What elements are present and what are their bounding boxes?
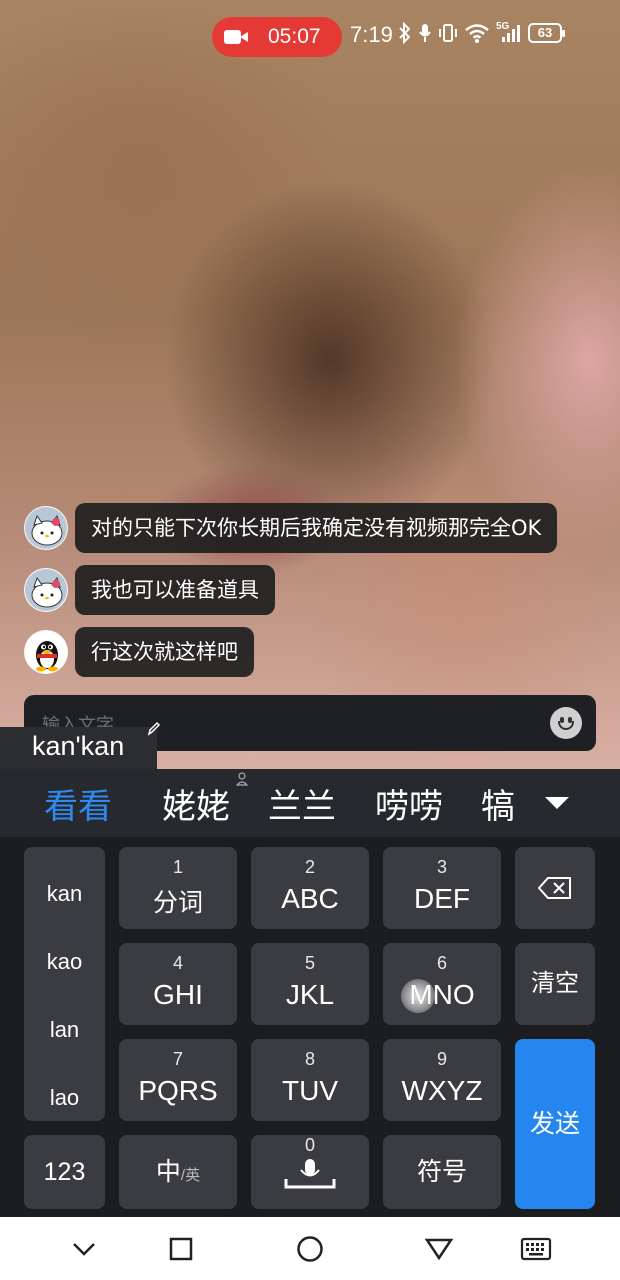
keyboard-switch-icon[interactable] (520, 1237, 552, 1261)
clock: 7:19 (350, 22, 393, 47)
mic-icon (284, 1159, 336, 1189)
language-switch-key[interactable]: 中/英 (119, 1135, 237, 1209)
home-icon[interactable] (296, 1235, 324, 1263)
key-7[interactable]: 7 PQRS (119, 1039, 237, 1121)
bluetooth-icon (399, 22, 411, 44)
chat-message: 行这次就这样吧 (24, 627, 254, 677)
status-bar: 05:07 7:19 5G 63 (0, 0, 620, 72)
screen-recording-indicator[interactable]: 05:07 (212, 17, 342, 57)
chevron-down-icon[interactable] (545, 797, 569, 809)
hello-kitty-avatar[interactable] (24, 506, 68, 550)
wifi-icon (465, 24, 489, 43)
backspace-icon (538, 877, 571, 899)
signal-icon: 5G (496, 21, 522, 44)
language-alt-label: /英 (180, 1167, 201, 1184)
key-6[interactable]: 6 MNO (383, 943, 501, 1025)
pencil-icon[interactable] (147, 721, 161, 737)
camera-icon (224, 28, 250, 46)
recents-icon[interactable] (169, 1237, 193, 1261)
navigation-bar (0, 1217, 620, 1280)
key-5[interactable]: 5 JKL (251, 943, 369, 1025)
candidate-word[interactable]: 唠唠 (375, 779, 443, 828)
pinyin-option[interactable]: kao (24, 949, 105, 975)
backspace-key[interactable] (515, 847, 595, 929)
candidate-word[interactable]: 犒 (481, 779, 515, 828)
candidate-bar: 看看 姥姥 兰兰 唠唠 犒 (0, 769, 620, 837)
chat-bubble: 我也可以准备道具 (75, 565, 275, 615)
back-icon[interactable] (425, 1237, 453, 1261)
battery-icon: 63 (528, 23, 565, 43)
chat-message: 我也可以准备道具 (24, 565, 275, 615)
hello-kitty-avatar[interactable] (24, 568, 68, 612)
chat-bubble: 行这次就这样吧 (75, 627, 254, 677)
user-icon (236, 772, 248, 786)
status-icons: 5G 63 (398, 21, 565, 44)
key-1[interactable]: 1 分词 (119, 847, 237, 929)
chat-message: 对的只能下次你长期后我确定没有视频那完全OK (24, 503, 558, 553)
key-9[interactable]: 9 WXYZ (383, 1039, 501, 1121)
mic-icon (419, 24, 431, 42)
key-2[interactable]: 2 ABC (251, 847, 369, 929)
send-button[interactable]: 发送 (515, 1039, 595, 1209)
chat-bubble: 对的只能下次你长期后我确定没有视频那完全OK (75, 503, 558, 553)
key-3[interactable]: 3 DEF (383, 847, 501, 929)
pinyin-option[interactable]: lan (24, 1017, 105, 1043)
pinyin-list: kan kao lan lao (24, 847, 105, 1121)
recording-time: 05:07 (268, 25, 321, 48)
composition-text: kan'kan (32, 731, 125, 761)
emoji-icon[interactable] (550, 707, 582, 739)
collapse-keyboard-icon[interactable] (72, 1241, 96, 1257)
key-8[interactable]: 8 TUV (251, 1039, 369, 1121)
numeric-key[interactable]: 123 (24, 1135, 105, 1209)
pinyin-option[interactable]: lao (24, 1085, 105, 1111)
clear-key[interactable]: 清空 (515, 943, 595, 1025)
key-4[interactable]: 4 GHI (119, 943, 237, 1025)
symbols-key[interactable]: 符号 (383, 1135, 501, 1209)
ime-composition: kan'kan (0, 721, 161, 769)
t9-keyboard: kan kao lan lao 1 分词 2 ABC 3 DEF 4 GHI 5… (0, 837, 620, 1217)
space-key[interactable]: 0 (251, 1135, 369, 1209)
candidate-word[interactable]: 姥姥 (162, 779, 230, 828)
candidate-word[interactable]: 兰兰 (268, 779, 336, 828)
language-label: 中 (155, 1158, 181, 1186)
vibrate-icon (439, 24, 457, 42)
candidate-word[interactable]: 看看 (44, 779, 112, 828)
qq-penguin-avatar[interactable] (24, 630, 68, 674)
pinyin-option[interactable]: kan (24, 881, 105, 907)
